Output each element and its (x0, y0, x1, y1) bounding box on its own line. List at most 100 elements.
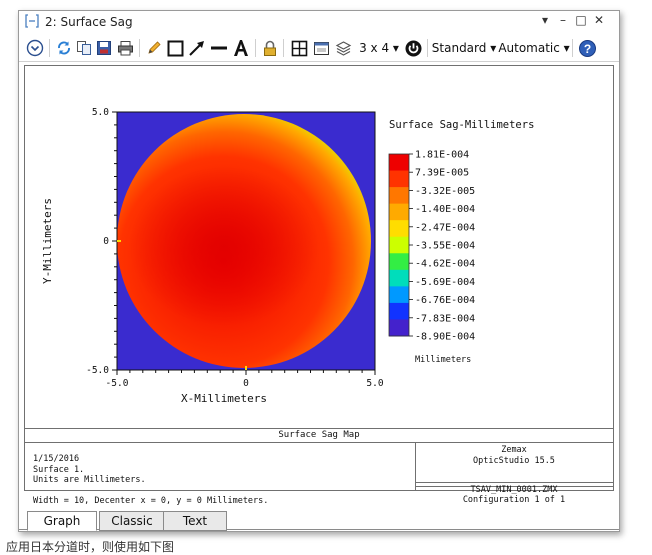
legend-value: -2.47E-004 (415, 222, 475, 233)
minimize-button[interactable]: – (555, 13, 571, 27)
automatic-dropdown[interactable]: Automatic ▾ (498, 38, 569, 58)
standard-dropdown[interactable]: Standard ▾ (432, 38, 496, 58)
info-width: Width = 10, Decenter x = 0, y = 0 Millim… (33, 496, 269, 506)
legend-value: -6.76E-004 (415, 295, 475, 306)
legend-swatch (389, 154, 409, 172)
grid-button[interactable] (289, 38, 309, 58)
layers-button[interactable] (333, 38, 353, 58)
window-button[interactable] (311, 38, 331, 58)
legend-swatch (389, 253, 409, 271)
company-name: Zemax (501, 445, 527, 455)
lock-button[interactable] (261, 38, 279, 58)
x-tick-label: 5.0 (366, 378, 383, 389)
legend-swatch (389, 220, 409, 238)
line-button[interactable] (209, 38, 229, 58)
info-text: 1/15/2016 Surface 1. Units are Millimete… (33, 454, 268, 507)
toolbar-separator (49, 39, 50, 57)
print-button[interactable] (115, 38, 135, 58)
toolbar: 3 x 4 ▾ Standard ▾ Automatic ▾ ? (19, 35, 619, 62)
rectangle-button[interactable] (165, 38, 185, 58)
arrow-button[interactable] (187, 38, 207, 58)
text-icon (234, 40, 248, 56)
y-tick-label: -5.0 (86, 365, 109, 376)
plot-area: -5.0 0 5.0 5.0 0 -5.0 X-Millimeters Y-Millimete… (24, 65, 614, 506)
lock-icon (264, 40, 276, 56)
info-blank (33, 486, 268, 497)
svg-text:?: ? (583, 42, 590, 56)
layout-dropdown[interactable]: 3 x 4 ▾ (359, 38, 399, 58)
tab-classic[interactable]: Classic (99, 511, 165, 531)
surface-sag-chart: -5.0 0 5.0 5.0 0 -5.0 X-Millimeters Y-Millimete… (41, 107, 534, 405)
arrow-icon (189, 41, 204, 56)
help-button[interactable]: ? (577, 38, 597, 58)
info-date: 1/15/2016 (33, 454, 80, 464)
info-units: Units are Millimeters. (33, 475, 146, 485)
legend-value: -1.40E-004 (415, 204, 475, 215)
toolbar-separator (283, 39, 284, 57)
toolbar-separator (255, 39, 256, 57)
file-info: TSAV_MIN_0001.ZMX Configuration 1 of 1 (415, 485, 613, 505)
legend-value: 1.81E-004 (415, 150, 469, 161)
legend-swatch (389, 187, 409, 205)
x-axis-label: X-Millimeters (181, 392, 267, 405)
heatmap-plot (116, 111, 376, 371)
divider (25, 442, 613, 443)
legend-value: -5.69E-004 (415, 277, 475, 288)
legend-swatch (389, 170, 409, 188)
view-tabs: Graph Classic Text (19, 509, 619, 531)
window-icon (313, 41, 329, 55)
dropdown-arrow-icon[interactable]: ▾ (537, 13, 553, 27)
text-button[interactable] (231, 38, 251, 58)
title-bar: 2: Surface Sag ▾ – □ ✕ (19, 11, 619, 33)
divider (25, 428, 613, 429)
legend-value: -7.83E-004 (415, 313, 475, 324)
window-pin-icon (25, 14, 39, 28)
legend-units: Millimeters (415, 355, 471, 365)
power-button[interactable] (403, 38, 423, 58)
pencil-button[interactable] (145, 38, 163, 58)
legend-swatch (389, 236, 409, 254)
help-icon: ? (578, 39, 596, 57)
legend-swatch (389, 302, 409, 320)
x-tick-label: -5.0 (106, 378, 129, 389)
legend-value: -8.90E-004 (415, 332, 475, 343)
power-icon (405, 40, 421, 56)
legend-value: -3.32E-005 (415, 186, 475, 197)
expand-icon (26, 39, 44, 57)
y-axis-label: Y-Millimeters (41, 198, 54, 284)
legend-value: -3.55E-004 (415, 241, 475, 252)
tab-graph[interactable]: Graph (27, 511, 97, 531)
settings-expand-button[interactable] (25, 38, 45, 58)
copy-icon (77, 41, 91, 55)
legend-swatch (389, 319, 409, 337)
legend-swatch (389, 203, 409, 221)
grid-icon (291, 40, 307, 56)
toolbar-separator (139, 39, 140, 57)
close-button[interactable]: ✕ (591, 13, 607, 27)
y-tick-label: 5.0 (92, 107, 109, 118)
window-title: 2: Surface Sag (45, 15, 133, 29)
vendor-info: Zemax OpticStudio 15.5 (417, 445, 611, 466)
product-name: OpticStudio 15.5 (473, 455, 555, 466)
save-icon (97, 41, 111, 55)
refresh-icon (58, 41, 70, 55)
legend-swatch (389, 269, 409, 287)
legend-title: Surface Sag-Millimeters (389, 119, 534, 131)
legend-swatch (389, 286, 409, 304)
maximize-button[interactable]: □ (573, 13, 589, 27)
print-icon (117, 41, 133, 56)
toolbar-separator (427, 39, 428, 57)
page-caption: 应用日本分道时，则使用如下图 (6, 540, 175, 554)
tab-text[interactable]: Text (163, 511, 227, 531)
legend-value: -4.62E-004 (415, 259, 475, 270)
config-info: Configuration 1 of 1 (462, 495, 566, 505)
refresh-button[interactable] (55, 38, 73, 58)
save-button[interactable] (95, 38, 113, 58)
y-tick-label: 0 (103, 236, 109, 247)
analysis-window: 2: Surface Sag ▾ – □ ✕ 3 x 4 ▾ Standard … (18, 10, 620, 532)
copy-button[interactable] (75, 38, 93, 58)
divider (415, 482, 613, 483)
sag-hot-region (129, 166, 319, 326)
plot-caption: Surface Sag Map (278, 430, 360, 440)
line-icon (211, 46, 227, 50)
